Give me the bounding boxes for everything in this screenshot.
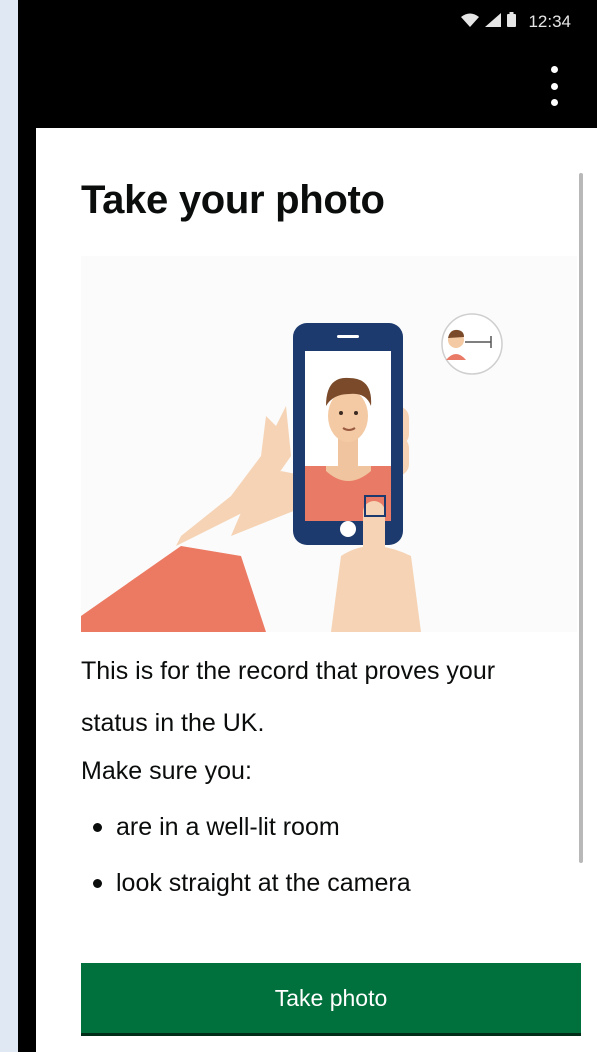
page-content: Take your photo This is for the record t… xyxy=(36,128,597,1052)
status-icons: 12:34 xyxy=(461,12,571,32)
bullet-icon xyxy=(93,879,102,888)
list-item: are in a well-lit room xyxy=(81,811,411,843)
intro-text-line-1: This is for the record that proves your xyxy=(81,657,496,685)
app-bar xyxy=(18,50,597,124)
status-time: 12:34 xyxy=(528,12,571,31)
make-sure-text: Make sure you: xyxy=(81,757,252,785)
intro-text-line-2: status in the UK. xyxy=(81,709,265,737)
wifi-icon xyxy=(461,12,480,32)
list-item: look straight at the camera xyxy=(81,867,411,899)
battery-icon xyxy=(507,12,517,32)
requirements-list: are in a well-lit room look straight at … xyxy=(81,811,411,923)
overflow-menu-icon[interactable] xyxy=(547,66,561,106)
selfie-illustration xyxy=(81,256,577,632)
page-title: Take your photo xyxy=(81,178,385,222)
take-photo-button[interactable]: Take photo xyxy=(81,963,581,1033)
selfie-illustration-svg xyxy=(81,313,503,632)
list-item-text: are in a well-lit room xyxy=(116,813,340,841)
bullet-icon xyxy=(93,823,102,832)
list-item-text: look straight at the camera xyxy=(116,869,411,897)
signal-icon xyxy=(485,12,502,32)
phone-screen: 12:34 Take your photo This is for the re… xyxy=(18,0,597,1052)
status-bar: 12:34 xyxy=(18,0,597,50)
